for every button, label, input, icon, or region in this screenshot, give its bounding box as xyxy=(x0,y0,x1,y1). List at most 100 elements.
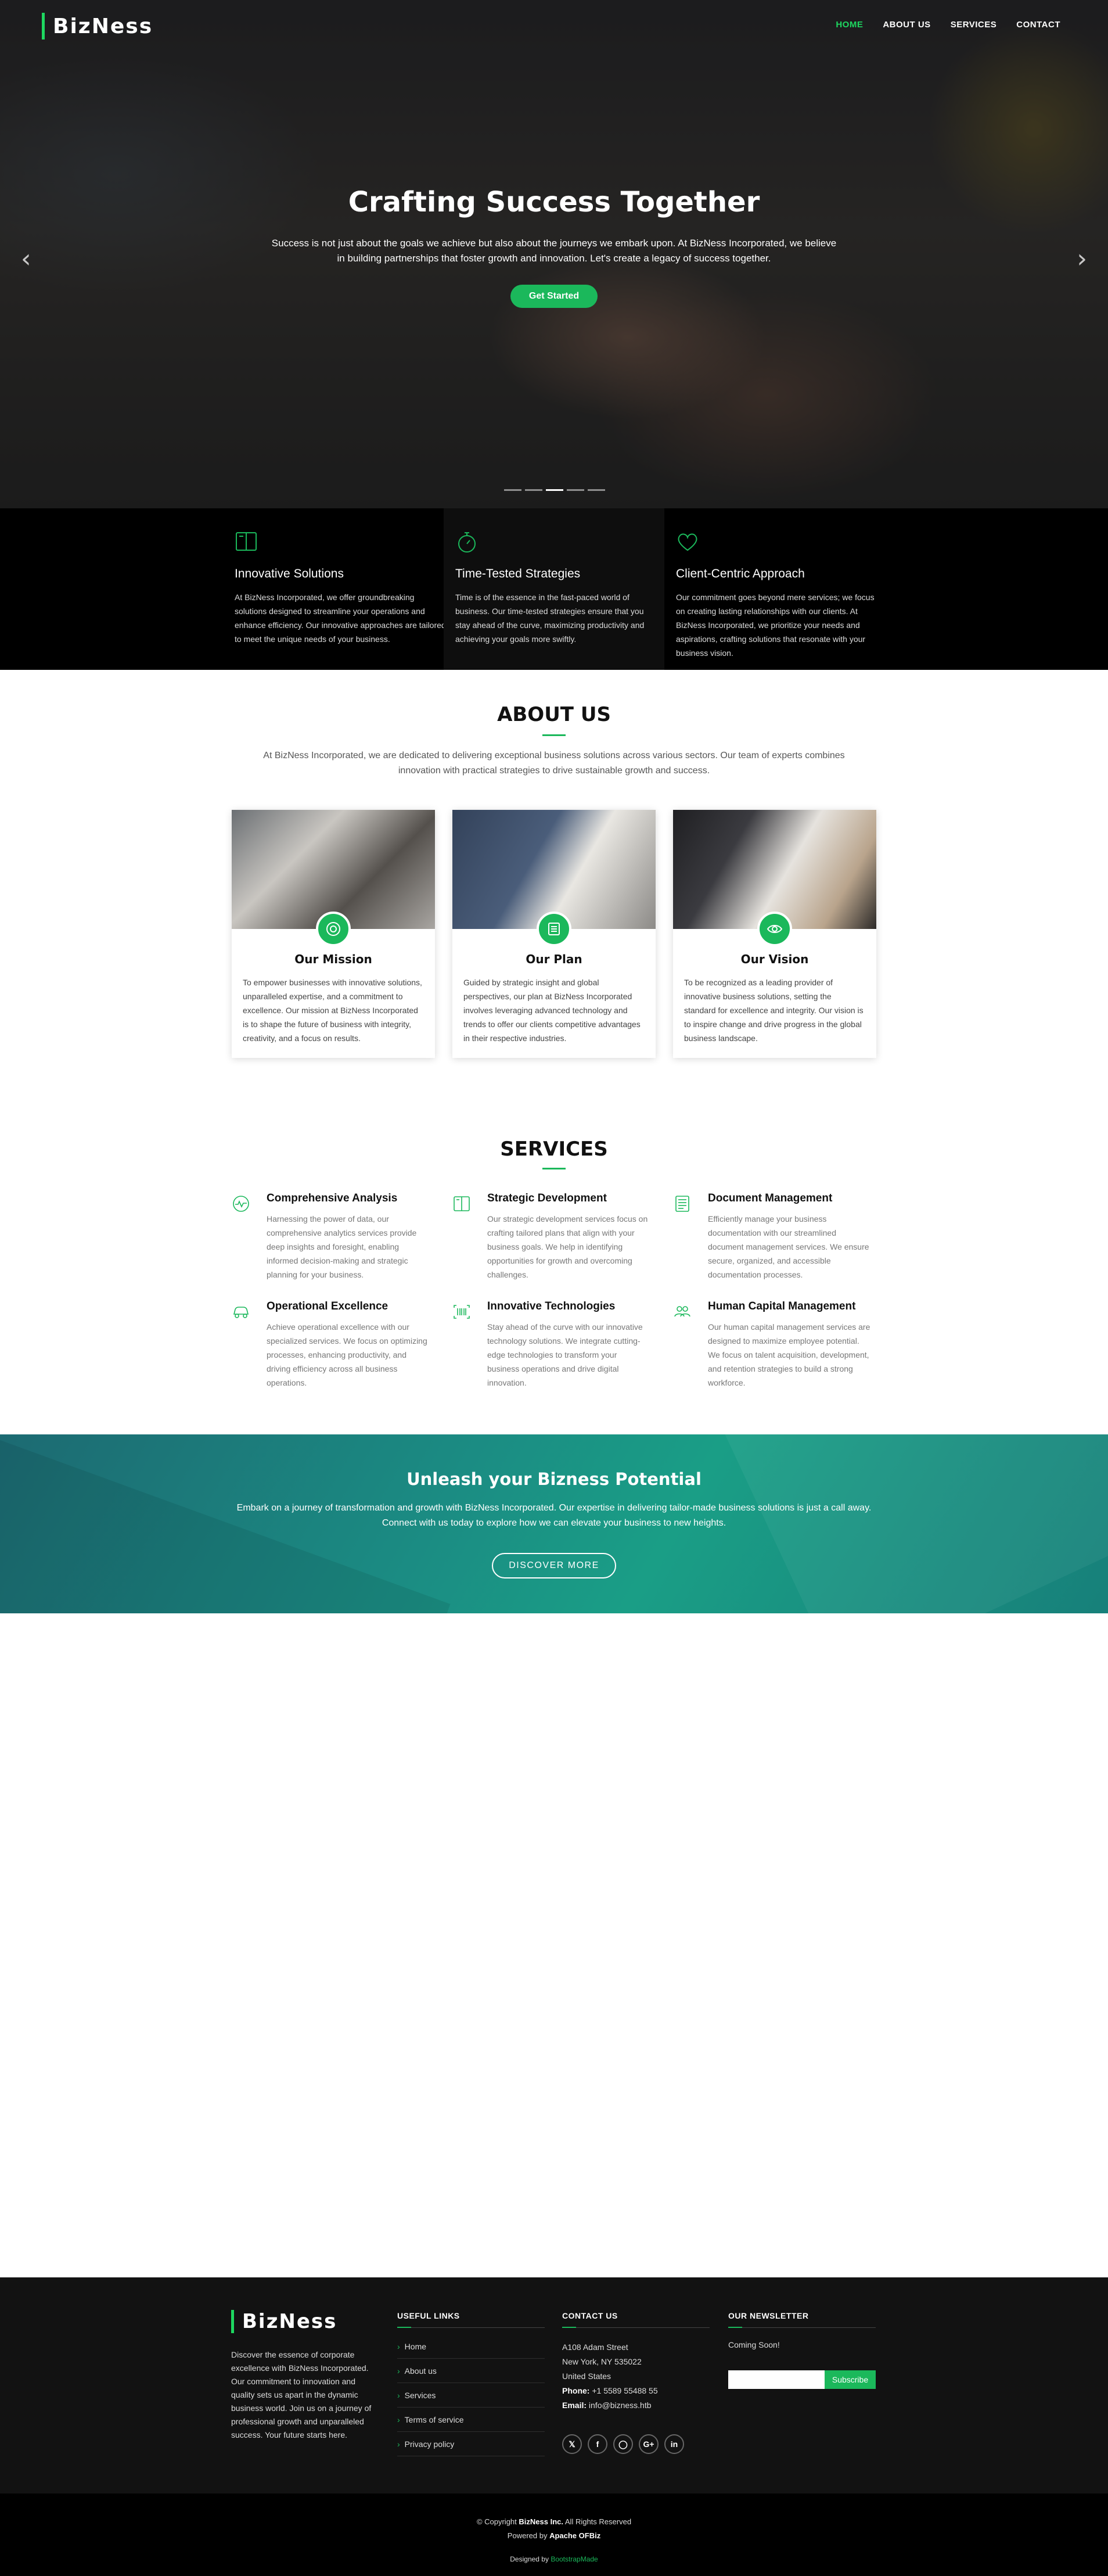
chevron-right-icon: › xyxy=(397,2341,400,2351)
services-title-underline xyxy=(542,1168,566,1169)
service-title: Innovative Technologies xyxy=(487,1300,616,1312)
get-started-button[interactable]: Get Started xyxy=(510,285,598,308)
heart-icon xyxy=(678,533,697,551)
about-title-underline xyxy=(542,734,566,736)
site-footer: BizNess Discover the essence of corporat… xyxy=(0,2277,1108,2494)
address-line-1: A108 Adam Street xyxy=(562,2342,628,2352)
slide-indicator[interactable] xyxy=(525,489,542,491)
slide-indicator[interactable] xyxy=(588,489,605,491)
nav-about[interactable]: ABOUT US xyxy=(883,20,930,30)
designed-prefix: Designed by xyxy=(510,2555,549,2563)
newsletter-form: Subscribe xyxy=(728,2370,876,2389)
service-human-capital: Human Capital Management Our human capit… xyxy=(673,1300,870,1390)
service-comprehensive-analysis: Comprehensive Analysis Harnessing the po… xyxy=(232,1192,429,1282)
footer-link-privacy[interactable]: › Privacy policy xyxy=(397,2432,545,2456)
footer-link-label: Privacy policy xyxy=(404,2439,455,2449)
card-title: Our Plan xyxy=(526,952,582,966)
copyright-line: © Copyright BizNess Inc. All Rights Rese… xyxy=(0,2515,1108,2529)
email-label: Email: xyxy=(562,2401,587,2410)
logo-bar xyxy=(231,2310,234,2333)
service-text: Harnessing the power of data, our compre… xyxy=(267,1214,417,1279)
feature-client-centric: Client-Centric Approach Our commitment g… xyxy=(664,508,885,670)
twitter-icon[interactable]: 𝕏 xyxy=(562,2434,582,2454)
subscribe-button[interactable]: Subscribe xyxy=(825,2370,876,2389)
footer-link-label: Services xyxy=(404,2390,436,2400)
barcode-icon xyxy=(454,1305,470,1319)
service-title: Document Management xyxy=(708,1192,833,1204)
vision-image xyxy=(673,810,876,946)
slide-indicator[interactable] xyxy=(567,489,584,491)
slider-indicators xyxy=(504,489,605,491)
footer-link-terms[interactable]: › Terms of service xyxy=(397,2408,545,2432)
email-address[interactable]: info@bizness.htb xyxy=(589,2401,652,2410)
eye-icon xyxy=(757,912,792,946)
feature-text: At BizNess Incorporated, we offer ground… xyxy=(235,593,446,644)
discover-more-button[interactable]: DISCOVER MORE xyxy=(492,1553,616,1578)
instagram-icon[interactable]: ◯ xyxy=(613,2434,633,2454)
feature-title: Innovative Solutions xyxy=(235,567,344,580)
service-innovative-technologies: Innovative Technologies Stay ahead of th… xyxy=(452,1300,650,1390)
chevron-right-icon: › xyxy=(397,2366,400,2376)
footer-logo[interactable]: BizNess xyxy=(231,2310,337,2333)
chevron-right-icon: › xyxy=(397,2439,400,2449)
useful-links-list: › Home › About us › Services › Terms of serv… xyxy=(397,2334,545,2456)
slide-indicator-active[interactable] xyxy=(546,489,563,491)
nav-contact[interactable]: CONTACT xyxy=(1016,20,1060,30)
card-title: Our Mission xyxy=(294,952,372,966)
service-strategic-development: Strategic Development Our strategic deve… xyxy=(452,1192,650,1282)
footer-link-about[interactable]: › About us xyxy=(397,2359,545,2383)
column-divider xyxy=(397,2327,545,2328)
newsletter-text: Coming Soon! xyxy=(728,2340,780,2349)
features-strip: Innovative Solutions At BizNess Incorpor… xyxy=(0,508,1108,670)
social-links: 𝕏 f ◯ G+ in xyxy=(562,2434,684,2454)
feature-title: Time-Tested Strategies xyxy=(455,567,581,580)
service-title: Human Capital Management xyxy=(708,1300,856,1312)
email-row: Email: info@bizness.htb xyxy=(562,2398,658,2413)
hero-title: Crafting Success Together xyxy=(348,186,760,218)
chevron-right-icon: › xyxy=(397,2390,400,2400)
card-title: Our Vision xyxy=(740,952,809,966)
column-divider xyxy=(562,2327,710,2328)
copyright-prefix: © Copyright xyxy=(476,2517,517,2526)
footer-link-label: Terms of service xyxy=(404,2414,464,2424)
car-icon xyxy=(233,1307,249,1318)
footer-link-services[interactable]: › Services xyxy=(397,2383,545,2408)
linkedin-icon[interactable]: in xyxy=(664,2434,684,2454)
slide-indicator[interactable] xyxy=(504,489,521,491)
main-nav: HOME ABOUT US SERVICES CONTACT xyxy=(836,20,1060,30)
card-text: To be recognized as a leading provider o… xyxy=(684,978,864,1043)
about-text: At BizNess Incorporated, we are dedicate… xyxy=(263,751,845,776)
service-text: Our strategic development services focus… xyxy=(487,1214,648,1279)
services-title: SERVICES xyxy=(500,1138,608,1161)
service-title: Strategic Development xyxy=(487,1192,607,1204)
footer-logo-text: BizNess xyxy=(242,2310,337,2333)
useful-links-title: USEFUL LINKS xyxy=(397,2311,460,2320)
nav-home[interactable]: HOME xyxy=(836,20,863,30)
facebook-icon[interactable]: f xyxy=(588,2434,607,2454)
footer-link-home[interactable]: › Home xyxy=(397,2334,545,2359)
phone-number: +1 5589 55488 55 xyxy=(592,2386,658,2395)
hero-content: Crafting Success Together Success is not… xyxy=(0,186,1108,308)
feature-title: Client-Centric Approach xyxy=(676,567,805,580)
card-text: Guided by strategic insight and global p… xyxy=(463,978,641,1043)
newsletter-email-input[interactable] xyxy=(728,2370,825,2389)
feature-innovative: Innovative Solutions At BizNess Incorpor… xyxy=(231,508,452,670)
logo[interactable]: BizNess xyxy=(42,13,153,40)
nav-services[interactable]: SERVICES xyxy=(951,20,997,30)
footer-about-text: Discover the essence of corporate excell… xyxy=(231,2350,372,2439)
copyright-suffix: All Rights Reserved xyxy=(564,2517,632,2526)
cta-title: Unleash your Bizness Potential xyxy=(406,1469,702,1489)
address-country: United States xyxy=(562,2372,611,2381)
service-operational-excellence: Operational Excellence Achieve operation… xyxy=(232,1300,429,1390)
footer-link-label: About us xyxy=(404,2366,437,2376)
card-plan: Our Plan Guided by strategic insight and… xyxy=(452,810,656,1058)
feature-time-tested: Time-Tested Strategies Time is of the es… xyxy=(444,508,664,670)
plan-image xyxy=(452,810,656,946)
about-title: ABOUT US xyxy=(497,703,611,726)
designer-link[interactable]: BootstrapMade xyxy=(551,2555,598,2563)
powered-by: Apache OFBiz xyxy=(549,2531,601,2540)
people-icon xyxy=(674,1306,690,1317)
google-plus-icon[interactable]: G+ xyxy=(639,2434,659,2454)
card-text: To empower businesses with innovative so… xyxy=(243,978,422,1043)
contact-info: A108 Adam Street New York, NY 535022 Uni… xyxy=(562,2340,658,2413)
